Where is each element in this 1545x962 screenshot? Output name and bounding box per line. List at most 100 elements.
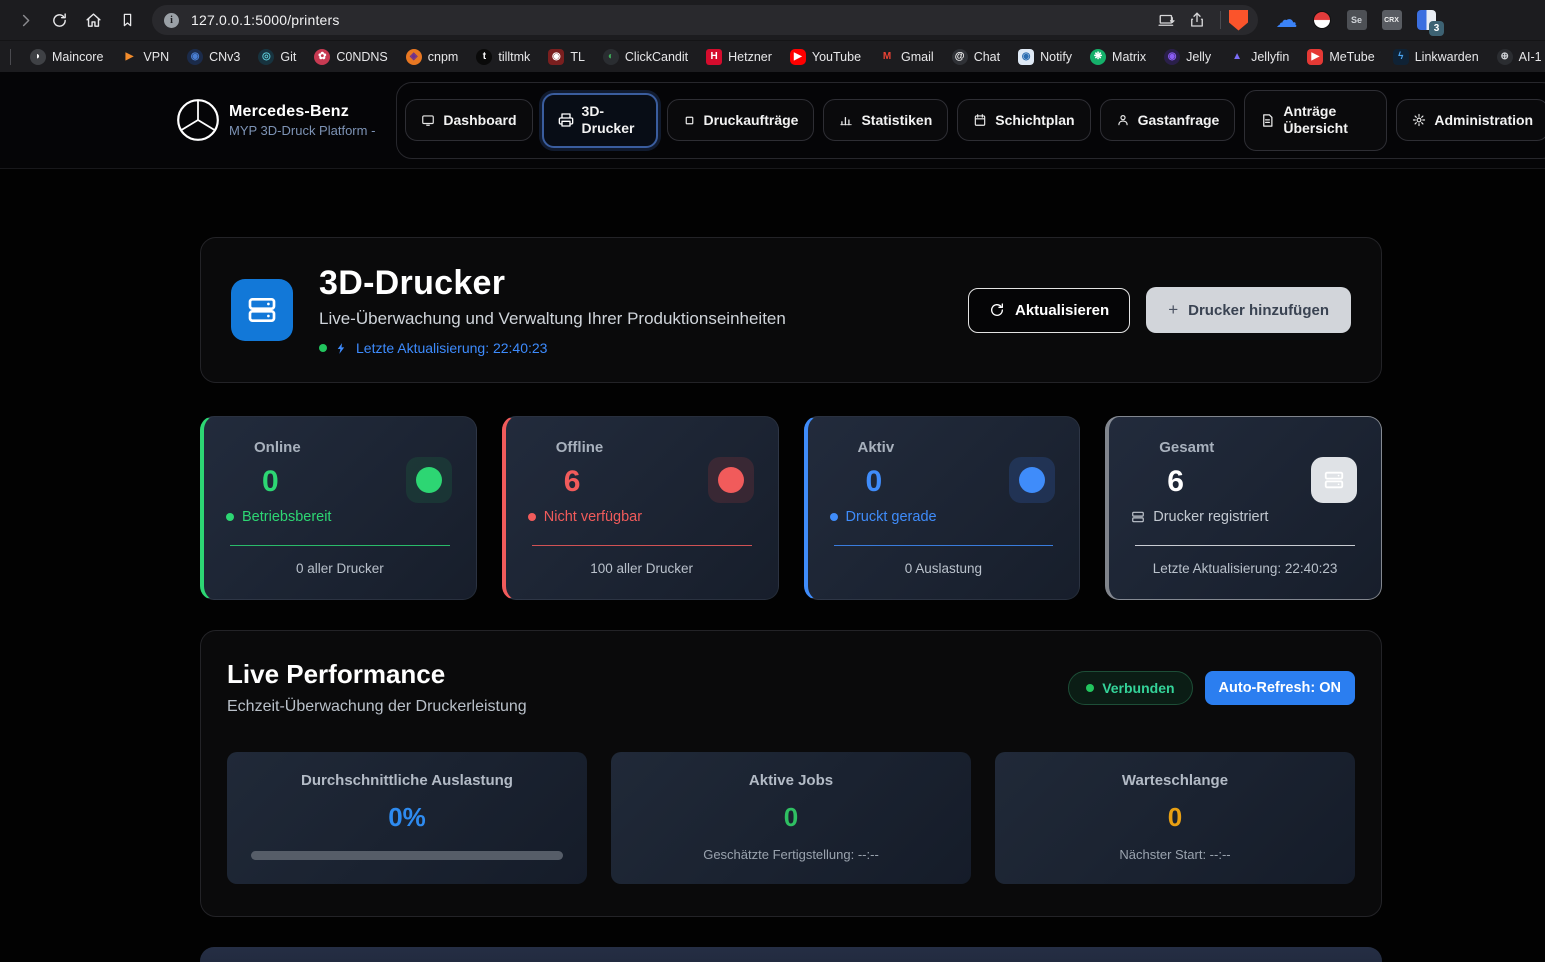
bookmark-item[interactable]: ttilltmk	[467, 45, 539, 69]
auto-refresh-toggle[interactable]: Auto-Refresh: ON	[1205, 671, 1355, 705]
bookmark-favicon: ◎	[258, 49, 274, 65]
gear-icon	[1412, 113, 1426, 127]
document-icon	[1260, 113, 1275, 128]
performance-subtitle: Echzeit-Überwachung der Druckerleistung	[227, 698, 527, 716]
bookmark-item[interactable]: HHetzner	[697, 45, 781, 69]
last-update-text: Letzte Aktualisierung: 22:40:23	[356, 340, 547, 356]
bookmark-item[interactable]: ◉Notify	[1009, 45, 1081, 69]
bookmark-item[interactable]: ◗Maincore	[21, 45, 112, 69]
nav-schichtplan[interactable]: Schichtplan	[957, 99, 1090, 141]
bookmark-favicon: ▶	[121, 49, 137, 65]
bookmark-item[interactable]: ▶YouTube	[781, 45, 870, 69]
mercedes-logo-icon	[176, 98, 220, 142]
bookmark-item[interactable]: ◉CNv3	[178, 45, 249, 69]
bookmark-item[interactable]: ▶VPN	[112, 45, 178, 69]
printers-page: 3D-Drucker Live-Überwachung und Verwaltu…	[200, 237, 1382, 962]
brand[interactable]: Mercedes-Benz MYP 3D-Druck Platform -	[176, 98, 375, 142]
bookmark-favicon: H	[706, 49, 722, 65]
brave-shield-icon[interactable]	[1229, 10, 1248, 31]
main-nav: Dashboard 3D-Drucker Druckaufträge Stati…	[396, 82, 1545, 159]
bookmark-item[interactable]: ◉TL	[539, 45, 594, 69]
bookmarks-bar: ◗Maincore ▶VPN ◉CNv3 ◎Git ✿C0NDNS ◈cnpm …	[0, 40, 1545, 72]
cloud-extension-icon[interactable]: ☁	[1276, 10, 1297, 31]
share-icon[interactable]	[1182, 5, 1212, 35]
shield-extension-icon[interactable]: 3	[1416, 10, 1437, 31]
box-icon	[683, 114, 696, 127]
pokeball-extension-icon[interactable]	[1311, 10, 1332, 31]
url-bar[interactable]: i 127.0.0.1:5000/printers	[152, 5, 1258, 35]
bookmark-item[interactable]: ◎Git	[249, 45, 305, 69]
printer-page-icon	[231, 279, 293, 341]
bookmark-item[interactable]: ⊕AI-1	[1488, 45, 1545, 69]
bookmark-favicon: ◉	[548, 49, 564, 65]
stat-card-gesamt: Gesamt 6 Drucker registriert Letzte Aktu…	[1105, 416, 1382, 600]
connected-dot	[1086, 684, 1094, 692]
brand-subtitle: MYP 3D-Druck Platform -	[229, 123, 375, 138]
bookmark-favicon: t	[476, 49, 492, 65]
bookmark-button[interactable]	[112, 5, 142, 35]
nav-gastanfrage[interactable]: Gastanfrage	[1100, 99, 1236, 141]
nav-antraege-uebersicht[interactable]: Anträge Übersicht	[1244, 90, 1387, 151]
bookmark-item[interactable]: MGmail	[870, 45, 943, 69]
printer-icon	[558, 112, 574, 128]
reload-button[interactable]	[44, 5, 74, 35]
gesamt-icon	[1311, 457, 1357, 503]
bookmark-item[interactable]: ▲Jellyfin	[1220, 45, 1298, 69]
bookmark-favicon: M	[879, 49, 895, 65]
page-header-card: 3D-Drucker Live-Überwachung und Verwaltu…	[200, 237, 1382, 383]
bookmark-favicon: ◉	[1018, 49, 1034, 65]
bookmark-item[interactable]: ❋Matrix	[1081, 45, 1155, 69]
bookmark-favicon: ◉	[187, 49, 203, 65]
bookmark-favicon: ❋	[1090, 49, 1106, 65]
site-info-icon[interactable]: i	[164, 13, 179, 28]
bookmark-favicon: @	[952, 49, 968, 65]
bookmark-favicon: ◈	[406, 49, 422, 65]
nav-statistiken[interactable]: Statistiken	[823, 99, 948, 141]
nav-3d-drucker[interactable]: 3D-Drucker	[542, 93, 658, 148]
aktiv-status-icon	[1009, 457, 1055, 503]
bookmark-item[interactable]: @Chat	[943, 45, 1009, 69]
stat-card-online: Online 0 Betriebsbereit 0 aller Drucker	[200, 416, 477, 600]
bookmark-favicon: ◐	[603, 49, 619, 65]
bookmark-item[interactable]: ◐ClickCandit	[594, 45, 697, 69]
filter-search-card: Filter & Suche	[200, 947, 1382, 962]
bookmark-favicon: ◉	[1164, 49, 1180, 65]
stats-row: Online 0 Betriebsbereit 0 aller Drucker …	[200, 416, 1382, 600]
bookmark-item[interactable]: ▶MeTube	[1298, 45, 1383, 69]
offline-status-icon	[708, 457, 754, 503]
person-icon	[1116, 113, 1130, 127]
home-button[interactable]	[78, 5, 108, 35]
plus-icon: +	[1168, 300, 1178, 320]
page-subtitle: Live-Überwachung und Verwaltung Ihrer Pr…	[319, 309, 786, 329]
connected-badge: Verbunden	[1068, 671, 1192, 705]
active-jobs-card: Aktive Jobs 0 Geschätzte Fertigstellung:…	[611, 752, 971, 884]
forward-button[interactable]	[10, 5, 40, 35]
add-printer-button[interactable]: + Drucker hinzufügen	[1146, 287, 1351, 333]
browser-toolbar: i 127.0.0.1:5000/printers ☁ Se CRX 3	[0, 0, 1545, 40]
browser-chrome: i 127.0.0.1:5000/printers ☁ Se CRX 3 ◗Ma	[0, 0, 1545, 72]
brand-name: Mercedes-Benz	[229, 103, 375, 121]
refresh-button[interactable]: Aktualisieren	[968, 288, 1130, 333]
utilization-progress-bar	[251, 851, 563, 860]
status-dot	[226, 513, 234, 521]
bolt-icon	[335, 342, 348, 355]
bookmark-favicon: ϟ	[1393, 49, 1409, 65]
status-dot	[528, 513, 536, 521]
bookmark-favicon: ▶	[1307, 49, 1323, 65]
server-small-icon	[1131, 510, 1145, 524]
refresh-icon	[989, 302, 1005, 318]
crx-extension-icon[interactable]: CRX	[1381, 10, 1402, 31]
send-to-device-icon[interactable]	[1152, 5, 1182, 35]
bookmark-item[interactable]: ϟLinkwarden	[1384, 45, 1488, 69]
status-dot	[830, 513, 838, 521]
selenium-extension-icon[interactable]: Se	[1346, 10, 1367, 31]
nav-dashboard[interactable]: Dashboard	[405, 99, 532, 141]
bookmark-item[interactable]: ◉Jelly	[1155, 45, 1220, 69]
nav-administration[interactable]: Administration	[1396, 99, 1545, 141]
bookmark-favicon: ▶	[790, 49, 806, 65]
bookmark-favicon: ◗	[30, 49, 46, 65]
bookmark-item[interactable]: ◈cnpm	[397, 45, 468, 69]
bookmark-item[interactable]: ✿C0NDNS	[305, 45, 396, 69]
nav-druckauftraege[interactable]: Druckaufträge	[667, 99, 815, 141]
page-title: 3D-Drucker	[319, 264, 786, 303]
